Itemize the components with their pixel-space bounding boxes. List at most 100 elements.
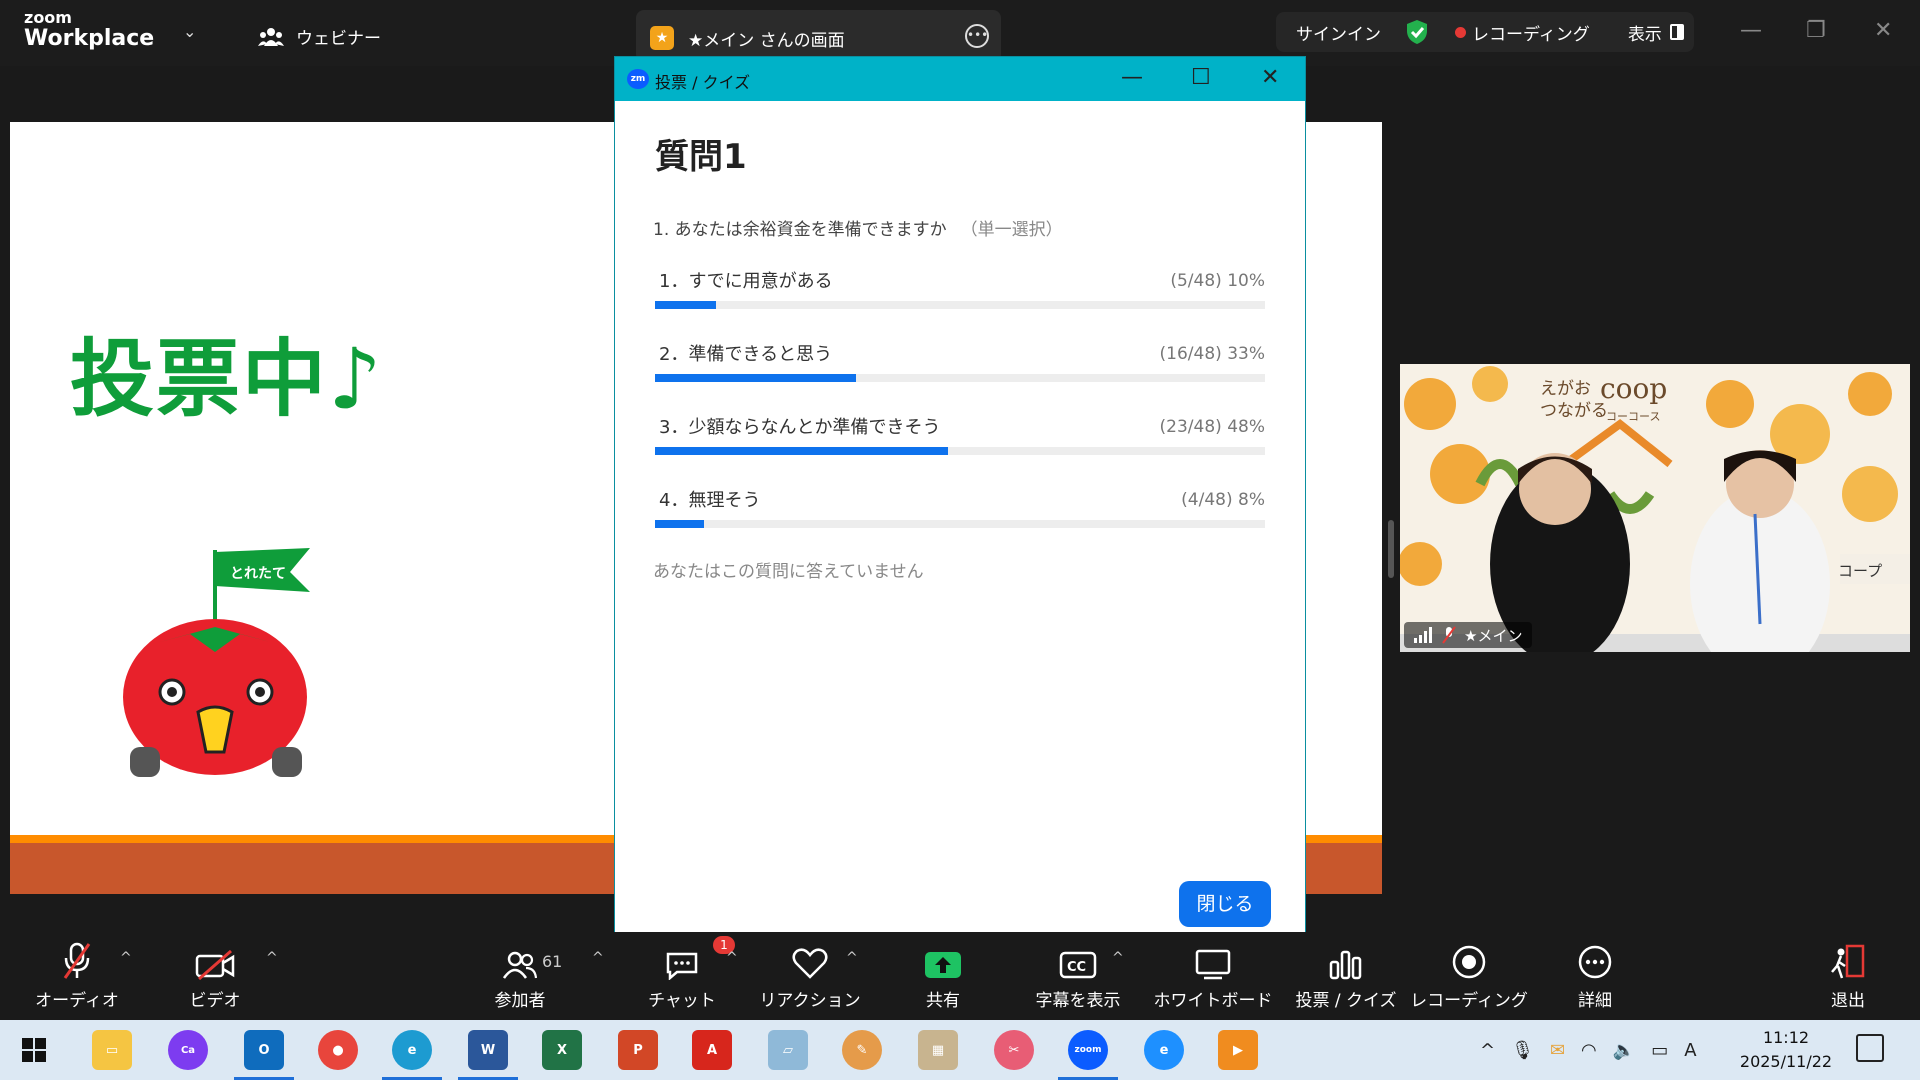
option-label: 2．準備できると思う (659, 344, 833, 365)
video-options-icon[interactable]: ^ (266, 950, 278, 966)
canva-icon[interactable]: Ca (168, 1030, 208, 1070)
shield-check-icon[interactable] (1405, 19, 1429, 45)
screen-share-indicator[interactable]: ★ ★メイン さんの画面 ••• (636, 10, 1001, 62)
webinar-label: ウェビナー (296, 29, 381, 49)
wifi-icon[interactable]: ◠ (1581, 1040, 1597, 1061)
speaker-icon[interactable]: 🔈 (1613, 1040, 1635, 1061)
poll-option: 4．無理そう (4/48) 8% (655, 486, 1265, 546)
more-options-icon[interactable]: ••• (965, 24, 989, 48)
minimize-icon[interactable]: — (1740, 18, 1762, 43)
webinar-menu[interactable]: ウェビナー (258, 24, 381, 49)
more-button[interactable]: 詳細 (1572, 940, 1618, 1011)
bar-chart-icon (1329, 950, 1362, 980)
media-player-icon[interactable]: ▶ (1218, 1030, 1258, 1070)
poll-question: 1. あなたは余裕資金を準備できますか （単一選択） (653, 215, 1063, 240)
tray-chevron-up-icon[interactable]: ^ (1480, 1040, 1495, 1061)
minimize-icon[interactable]: — (1121, 65, 1143, 90)
snipping-tool-icon[interactable]: ✂ (994, 1030, 1034, 1070)
clock-date: 2025/11/22 (1739, 1052, 1833, 1071)
more-dots-icon (1578, 945, 1612, 979)
star-icon: ★ (650, 26, 674, 50)
flag-text: とれたて (230, 566, 286, 582)
meeting-toolbar: オーディオ ^ ビデオ ^ 参加者 61 ^ 1 チャット ^ リアクション ^… (0, 932, 1920, 1020)
chrome-icon[interactable]: ● (318, 1030, 358, 1070)
recording-indicator[interactable]: レコーディング (1455, 20, 1590, 45)
paint-icon[interactable]: ✎ (842, 1030, 882, 1070)
participants-options-icon[interactable]: ^ (592, 950, 604, 966)
audio-options-icon[interactable]: ^ (120, 950, 132, 966)
recording-dot-icon (1455, 26, 1466, 38)
tray-mic-icon[interactable]: 🎙 (1511, 1040, 1534, 1061)
video-button[interactable]: ビデオ (180, 940, 250, 1011)
whiteboard-label: ホワイトボード (1153, 991, 1273, 1011)
notification-center-icon[interactable] (1856, 1034, 1884, 1062)
tray-mail-icon[interactable]: ✉ (1550, 1040, 1565, 1061)
record-button[interactable]: レコーディング (1410, 940, 1528, 1011)
leave-button[interactable]: 退出 (1826, 940, 1870, 1011)
option-label: 1．すでに用意がある (659, 271, 833, 292)
brand-text-1: えがお (1540, 379, 1591, 399)
chat-button[interactable]: 1 チャット (642, 936, 735, 1011)
chat-options-icon[interactable]: ^ (726, 950, 738, 966)
captions-label: 字幕を表示 (1035, 991, 1121, 1011)
ime-indicator[interactable]: A (1684, 1040, 1696, 1061)
whiteboard-icon (1195, 949, 1231, 980)
zoom-app-icon: zm (627, 69, 649, 89)
outlook-icon[interactable]: O (234, 1030, 294, 1080)
powerpoint-icon[interactable]: P (618, 1030, 658, 1070)
battery-icon[interactable]: ▭ (1651, 1040, 1668, 1061)
view-button[interactable]: 表示 (1628, 20, 1684, 45)
edge-icon[interactable]: e (382, 1030, 442, 1080)
chat-icon (666, 952, 698, 980)
reaction-options-icon[interactable]: ^ (846, 950, 858, 966)
brand-text-2: つながる (1540, 401, 1608, 422)
polls-label: 投票 / クイズ (1295, 991, 1397, 1011)
closed-captions-icon: CC (1059, 951, 1097, 979)
webinar-icon (258, 27, 284, 46)
captions-options-icon[interactable]: ^ (1112, 950, 1124, 966)
close-icon[interactable]: ✕ (1874, 18, 1892, 43)
option-stat: (16/48) 33% (1159, 344, 1265, 364)
windows-start-icon[interactable] (22, 1038, 46, 1062)
participant-name-tag: ★メイン (1404, 622, 1533, 648)
file-explorer-icon[interactable]: ▭ (92, 1030, 132, 1070)
participants-label: 参加者 (494, 991, 546, 1011)
top-right-controls: サインイン レコーディング 表示 (1276, 12, 1694, 52)
slide-title: 投票中♪ (70, 330, 384, 428)
participants-button[interactable]: 参加者 (480, 940, 560, 1011)
heart-icon (792, 948, 828, 979)
excel-icon[interactable]: X (542, 1030, 582, 1070)
whiteboard-button[interactable]: ホワイトボード (1154, 940, 1273, 1011)
close-icon[interactable]: ✕ (1261, 65, 1279, 90)
close-poll-button[interactable]: 閉じる (1179, 881, 1271, 927)
restore-icon[interactable]: ❐ (1806, 18, 1826, 43)
reaction-button[interactable]: リアクション (759, 940, 861, 1011)
share-button[interactable]: 共有 (918, 940, 968, 1011)
recording-label: レコーディング (1472, 24, 1590, 45)
internet-explorer-icon[interactable]: e (1144, 1030, 1184, 1070)
signin-button[interactable]: サインイン (1296, 20, 1381, 45)
leave-label: 退出 (1831, 991, 1865, 1011)
coop-logo-sub: コーコース (1606, 410, 1661, 423)
audio-button[interactable]: オーディオ (35, 940, 119, 1011)
option-progress-fill (655, 374, 857, 382)
chevron-down-icon[interactable]: ⌄ (183, 22, 196, 41)
polls-button[interactable]: 投票 / クイズ (1295, 940, 1397, 1011)
video-off-icon (195, 950, 235, 980)
chat-label: チャット (648, 991, 716, 1011)
clock-time: 11:12 (1762, 1028, 1810, 1047)
acrobat-icon[interactable]: A (692, 1030, 732, 1070)
zoom-webinar-window: zoom Workplace ⌄ ウェビナー ★ ★メイン さんの画面 ••• … (0, 0, 1920, 1080)
brand-bottom: Workplace (24, 26, 155, 51)
zoom-taskbar-icon[interactable]: zoom (1058, 1030, 1118, 1080)
panel-resize-handle[interactable] (1388, 520, 1394, 578)
word-icon[interactable]: W (458, 1030, 518, 1080)
participant-video[interactable]: えがお つながる coop コーコース コープ ★メイン (1400, 364, 1910, 652)
maximize-icon[interactable]: ☐ (1191, 65, 1211, 90)
poll-titlebar: zm 投票 / クイズ — ☐ ✕ (615, 57, 1305, 101)
photos-icon[interactable]: ▦ (918, 1030, 958, 1070)
participants-count: 61 (542, 952, 563, 971)
option-progress-track (655, 520, 1265, 528)
notepad-icon[interactable]: ▱ (768, 1030, 808, 1070)
taskbar-clock[interactable]: 11:12 2025/11/22 (1736, 1026, 1836, 1074)
